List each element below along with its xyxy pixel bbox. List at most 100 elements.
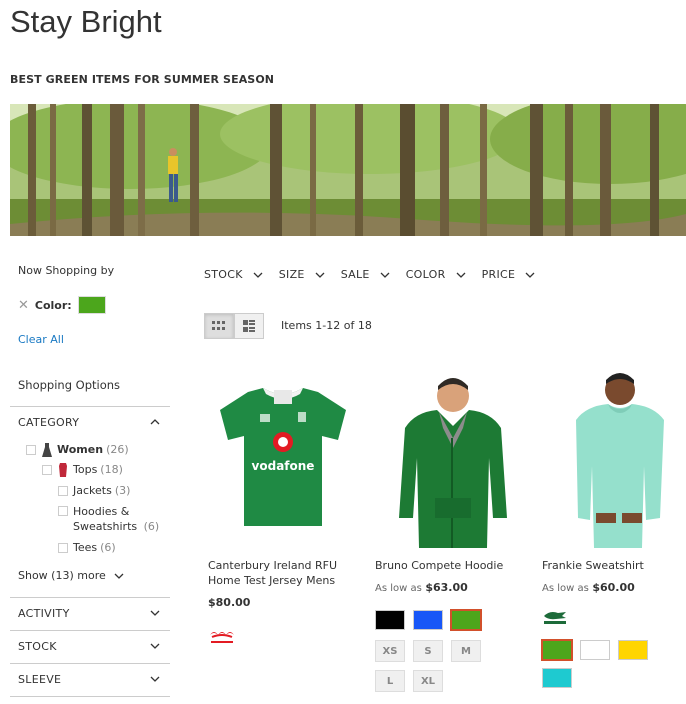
swatch-black[interactable] bbox=[375, 610, 405, 630]
active-filter-swatch bbox=[77, 296, 106, 314]
dress-icon bbox=[42, 443, 52, 457]
checkbox[interactable] bbox=[58, 506, 68, 516]
product-image-jersey[interactable]: vodafone bbox=[208, 368, 358, 548]
chevron-down-icon bbox=[456, 272, 466, 278]
filter-label: COLOR bbox=[405, 268, 446, 281]
show-more-link[interactable]: Show ( 13 ) more bbox=[18, 569, 124, 582]
category-label: Tops bbox=[73, 463, 98, 476]
price-value: $63.00 bbox=[425, 581, 468, 594]
product-name[interactable]: Bruno Compete Hoodie bbox=[375, 558, 525, 573]
category-count: (18) bbox=[100, 463, 123, 476]
page-title: Stay Bright bbox=[10, 4, 162, 39]
filter-label: PRICE bbox=[481, 268, 516, 281]
filter-label: STOCK bbox=[204, 268, 243, 281]
activity-section[interactable]: ACTIVITY bbox=[10, 597, 170, 630]
sleeve-section-title[interactable]: SLEEVE bbox=[18, 673, 61, 686]
clear-all-link[interactable]: Clear All bbox=[18, 333, 64, 346]
svg-text:vodafone: vodafone bbox=[252, 459, 315, 473]
show-more-suffix: ) more bbox=[69, 569, 106, 582]
checkbox[interactable] bbox=[26, 445, 36, 455]
filter-price[interactable]: PRICE bbox=[482, 268, 536, 281]
chevron-down-icon[interactable] bbox=[150, 641, 160, 651]
list-view-button[interactable] bbox=[234, 313, 264, 339]
price-value: $60.00 bbox=[592, 581, 635, 594]
stock-section-title[interactable]: STOCK bbox=[18, 640, 57, 653]
category-description: BEST GREEN ITEMS FOR SUMMER SEASON bbox=[10, 73, 275, 86]
category-label: Tees bbox=[73, 541, 98, 554]
chevron-down-icon bbox=[315, 272, 325, 278]
chevron-down-icon[interactable] bbox=[150, 608, 160, 618]
swatch-green[interactable] bbox=[450, 609, 482, 631]
category-label: Women bbox=[57, 443, 104, 456]
product-name[interactable]: Canterbury Ireland RFU Home Test Jersey … bbox=[208, 558, 358, 588]
product-image-sweatshirt[interactable] bbox=[542, 368, 686, 548]
filter-sale[interactable]: SALE bbox=[341, 268, 390, 281]
filter-stock[interactable]: STOCK bbox=[204, 268, 263, 281]
category-item-women[interactable]: Women (26) bbox=[26, 443, 129, 457]
category-label: Hoodies & bbox=[73, 505, 130, 518]
checkbox[interactable] bbox=[42, 465, 52, 475]
price-label: As low as bbox=[542, 583, 589, 594]
category-count: (6) bbox=[100, 541, 116, 554]
color-swatches bbox=[375, 609, 525, 638]
filter-label: SALE bbox=[340, 268, 370, 281]
category-count: (3) bbox=[114, 484, 131, 497]
size-option[interactable]: XS bbox=[375, 640, 405, 662]
filter-size[interactable]: SIZE bbox=[279, 268, 325, 281]
size-option[interactable]: S bbox=[413, 640, 443, 662]
view-mode-switcher bbox=[204, 313, 264, 339]
category-item-jackets[interactable]: Jackets (3) bbox=[58, 484, 130, 497]
product-price: $80.00 bbox=[208, 596, 358, 609]
now-shopping-heading: Now Shopping by bbox=[18, 264, 115, 277]
product-name[interactable]: Frankie Sweatshirt bbox=[542, 558, 686, 573]
category-banner-image bbox=[10, 104, 686, 236]
checkbox[interactable] bbox=[58, 486, 68, 496]
category-count: (6) bbox=[143, 520, 160, 533]
filter-bar: STOCK SIZE SALE COLOR PRICE bbox=[204, 268, 551, 281]
show-more-prefix: Show ( bbox=[18, 569, 56, 582]
size-swatches: XS S M L XL bbox=[375, 640, 495, 700]
swatch-yellow[interactable] bbox=[618, 640, 648, 660]
shopping-options-heading: Shopping Options bbox=[18, 378, 121, 392]
category-section-title[interactable]: CATEGORY bbox=[18, 416, 79, 429]
chevron-down-icon bbox=[253, 272, 263, 278]
activity-section-title[interactable]: ACTIVITY bbox=[18, 607, 70, 620]
chevron-up-icon[interactable] bbox=[150, 417, 160, 427]
swatch-turquoise[interactable] bbox=[542, 668, 572, 688]
grid-icon bbox=[212, 321, 225, 330]
size-option[interactable]: M bbox=[451, 640, 481, 662]
product-item: Bruno Compete Hoodie As low as $63.00 XS… bbox=[375, 368, 525, 700]
chevron-down-icon bbox=[525, 272, 535, 278]
product-price: As low as $60.00 bbox=[542, 581, 686, 594]
size-option[interactable]: XL bbox=[413, 670, 443, 692]
list-icon bbox=[243, 320, 255, 332]
items-count: Items 1-12 of 18 bbox=[281, 319, 372, 332]
swatch-white[interactable] bbox=[580, 640, 610, 660]
category-count: (26) bbox=[106, 443, 129, 456]
top-icon bbox=[59, 463, 67, 477]
price-label: As low as bbox=[375, 583, 422, 594]
grid-view-button[interactable] bbox=[204, 313, 234, 339]
product-item: Frankie Sweatshirt As low as $60.00 bbox=[541, 368, 686, 696]
category-item-tops[interactable]: Tops (18) bbox=[42, 463, 123, 477]
category-label-line2: Sweatshirts bbox=[73, 520, 138, 533]
checkbox[interactable] bbox=[58, 543, 68, 553]
category-item-hoodies[interactable]: Hoodies & Sweatshirts (6) bbox=[58, 504, 159, 534]
size-option[interactable]: L bbox=[375, 670, 405, 692]
chevron-down-icon[interactable] bbox=[150, 674, 160, 684]
color-swatches bbox=[541, 639, 686, 696]
swatch-green[interactable] bbox=[541, 639, 573, 661]
sleeve-section[interactable]: SLEEVE bbox=[10, 663, 170, 697]
stock-section[interactable]: STOCK bbox=[10, 630, 170, 663]
category-item-tees[interactable]: Tees (6) bbox=[58, 541, 116, 554]
filter-color[interactable]: COLOR bbox=[406, 268, 466, 281]
product-image-hoodie[interactable] bbox=[375, 368, 525, 548]
canterbury-logo bbox=[208, 627, 358, 649]
close-icon[interactable]: ✕ bbox=[18, 298, 29, 313]
lacoste-logo bbox=[542, 608, 686, 630]
category-label: Jackets bbox=[73, 484, 112, 497]
show-more-count: 13 bbox=[55, 569, 70, 582]
product-price: As low as $63.00 bbox=[375, 581, 525, 594]
swatch-blue[interactable] bbox=[413, 610, 443, 630]
product-item: vodafone Canterbury Ireland RFU Home Tes… bbox=[208, 368, 358, 649]
